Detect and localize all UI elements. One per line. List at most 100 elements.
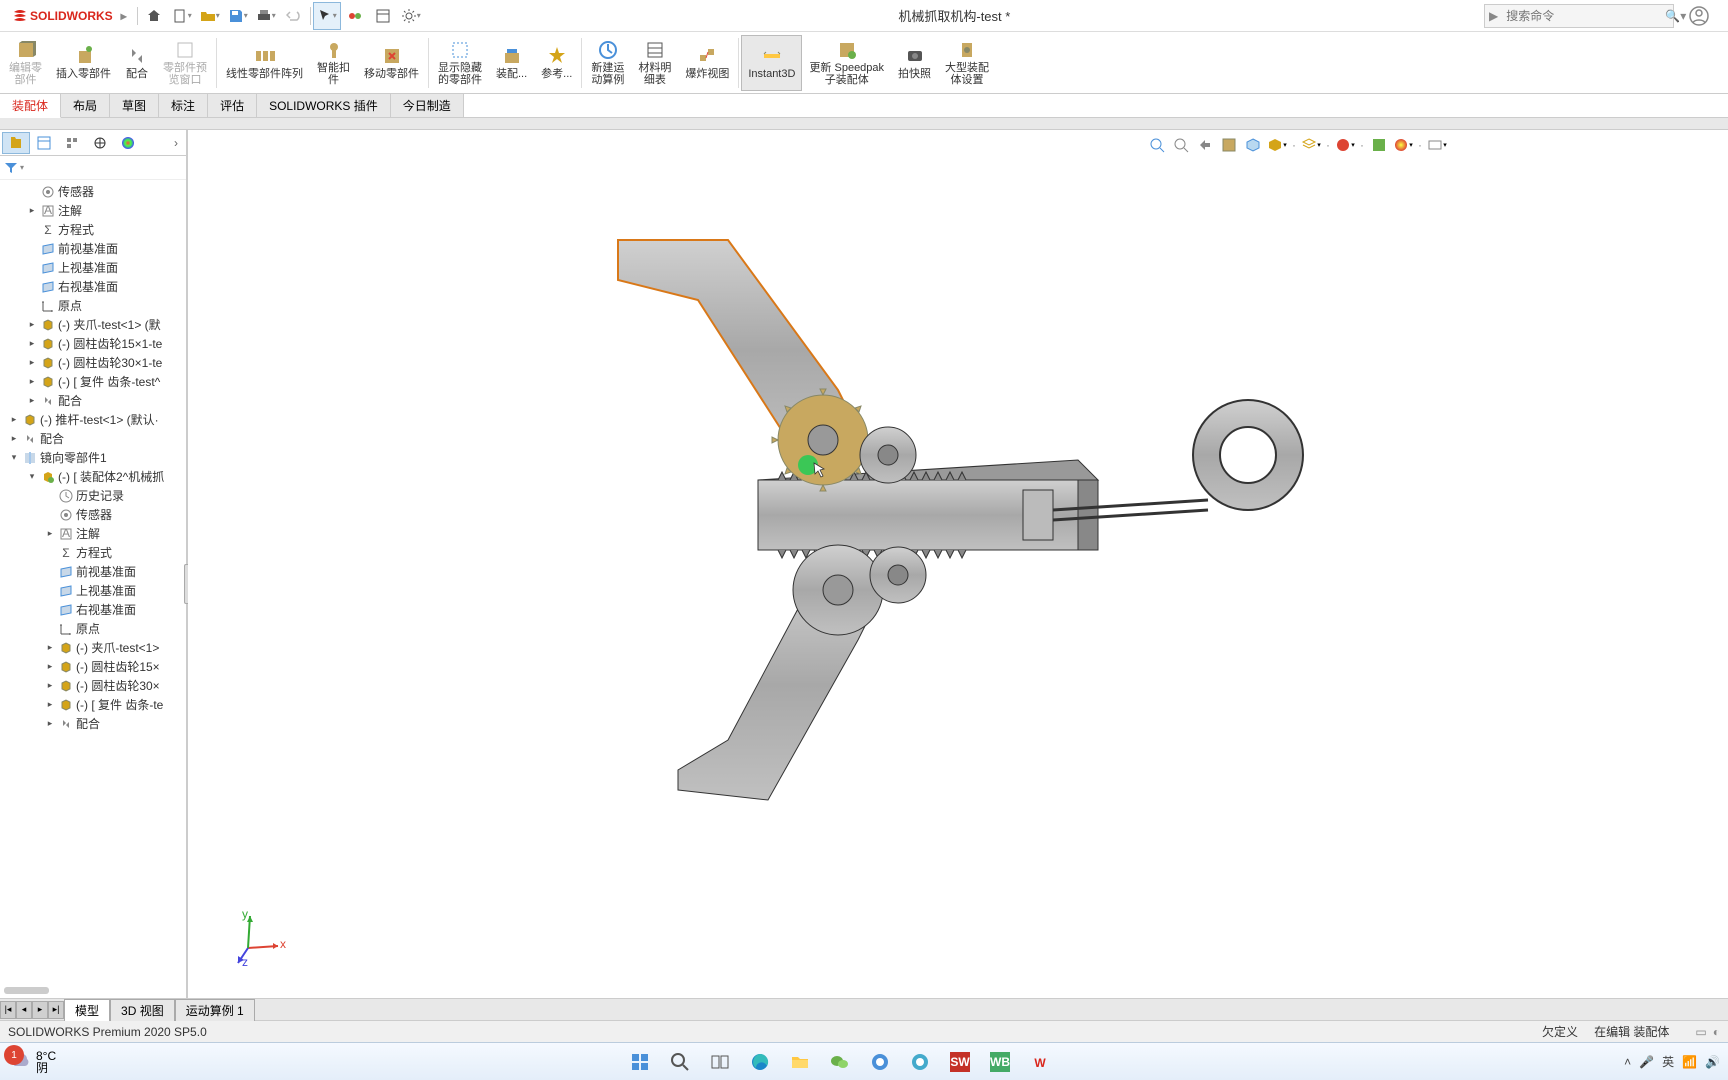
- ribbon-材料明-细表[interactable]: 材料明 细表: [631, 35, 678, 91]
- tree-item[interactable]: ▸A注解: [0, 201, 186, 220]
- ribbon-拍快照[interactable]: 拍快照: [891, 35, 938, 91]
- section-view-icon[interactable]: [1218, 134, 1240, 156]
- tree-item[interactable]: ▸上视基准面: [0, 258, 186, 277]
- ribbon-智能扣-件[interactable]: 智能扣 件: [310, 35, 357, 91]
- home-icon[interactable]: [140, 2, 168, 30]
- cmdtab-SOLIDWORKS 插件[interactable]: SOLIDWORKS 插件: [257, 94, 391, 117]
- viewport[interactable]: ▾ · ▾ · ▾ · ▾ · ▾: [188, 130, 1728, 998]
- tree-item[interactable]: ▸右视基准面: [0, 600, 186, 619]
- cmdtab-装配体[interactable]: 装配体: [0, 94, 61, 118]
- tree-item[interactable]: ▸(-) 夹爪-test<1>: [0, 638, 186, 657]
- open-icon[interactable]: ▾: [196, 2, 224, 30]
- ribbon-爆炸视图[interactable]: 爆炸视图: [678, 35, 736, 91]
- edit-appearance-icon[interactable]: ▾: [1334, 134, 1356, 156]
- print-icon[interactable]: ▾: [252, 2, 280, 30]
- view-tab-last-icon[interactable]: ▸|: [48, 1001, 64, 1019]
- zoom-area-icon[interactable]: [1170, 134, 1192, 156]
- tree-item[interactable]: ▾镜向零部件1: [0, 448, 186, 467]
- hide-show-icon[interactable]: ▾: [1300, 134, 1322, 156]
- tree-item[interactable]: ▸(-) [ 复件 齿条-test^: [0, 372, 186, 391]
- display-style-icon[interactable]: ▾: [1266, 134, 1288, 156]
- view-tab-模型[interactable]: 模型: [64, 999, 110, 1021]
- tree-item[interactable]: ▸前视基准面: [0, 562, 186, 581]
- tree-item[interactable]: ▸传感器: [0, 505, 186, 524]
- select-icon[interactable]: ▾: [313, 2, 341, 30]
- undo-icon[interactable]: [280, 2, 308, 30]
- tree-item[interactable]: ▸传感器: [0, 182, 186, 201]
- view-tab-prev-icon[interactable]: ◂: [16, 1001, 32, 1019]
- tree-item[interactable]: ▸历史记录: [0, 486, 186, 505]
- tree-item[interactable]: ▸(-) 夹爪-test<1> (默: [0, 315, 186, 334]
- tray-volume-icon[interactable]: 🔊: [1705, 1055, 1720, 1069]
- wps-app-icon[interactable]: W: [1022, 1047, 1058, 1077]
- system-tray[interactable]: ˄ 🎤 英 📶 🔊: [1624, 1053, 1720, 1070]
- tree-item[interactable]: ▸前视基准面: [0, 239, 186, 258]
- tree-item[interactable]: ▸配合: [0, 429, 186, 448]
- tray-mic-icon[interactable]: 🎤: [1639, 1055, 1654, 1069]
- tree-item[interactable]: ▸上视基准面: [0, 581, 186, 600]
- ribbon-参考...[interactable]: 参考...: [534, 35, 579, 91]
- search-input[interactable]: [1502, 9, 1665, 23]
- property-tab-icon[interactable]: [30, 132, 58, 154]
- cmdtab-标注[interactable]: 标注: [159, 94, 208, 117]
- zoom-fit-icon[interactable]: [1146, 134, 1168, 156]
- tray-chevron-icon[interactable]: ˄: [1624, 1055, 1631, 1069]
- status-custom-icon[interactable]: ◐: [1713, 1025, 1720, 1039]
- tree-item[interactable]: ▸(-) 圆柱齿轮15×1-te: [0, 334, 186, 353]
- view-tab-3D 视图[interactable]: 3D 视图: [110, 999, 175, 1021]
- app-logo[interactable]: SOLIDWORKS ▸: [4, 8, 135, 24]
- view-orientation-icon[interactable]: [1242, 134, 1264, 156]
- ribbon-Instant3D[interactable]: Instant3D: [741, 35, 802, 91]
- view-settings-icon[interactable]: ▾: [1426, 134, 1448, 156]
- start-icon[interactable]: [622, 1047, 658, 1077]
- task-view-icon[interactable]: [702, 1047, 738, 1077]
- tree-item[interactable]: ▸(-) [ 复件 齿条-te: [0, 695, 186, 714]
- render-tools-icon[interactable]: ▾: [1392, 134, 1414, 156]
- ribbon-线性零部件阵列[interactable]: 线性零部件阵列: [219, 35, 310, 91]
- ribbon-配合[interactable]: 配合: [118, 35, 156, 91]
- rebuild-icon[interactable]: [341, 2, 369, 30]
- explorer-icon[interactable]: [782, 1047, 818, 1077]
- tree-item[interactable]: ▾(-) [ 装配体2^机械抓: [0, 467, 186, 486]
- wechat-icon[interactable]: [822, 1047, 858, 1077]
- ribbon-插入零部件[interactable]: 插入零部件: [49, 35, 118, 91]
- cmdtab-评估[interactable]: 评估: [208, 94, 257, 117]
- ribbon-显示隐藏-的零部件[interactable]: 显示隐藏 的零部件: [431, 35, 489, 91]
- view-tab-next-icon[interactable]: ▸: [32, 1001, 48, 1019]
- ribbon-大型装配-体设置[interactable]: 大型装配 体设置: [938, 35, 996, 91]
- tree-item[interactable]: ▸配合: [0, 714, 186, 733]
- tencent-icon[interactable]: [862, 1047, 898, 1077]
- view-tab-first-icon[interactable]: |◂: [0, 1001, 16, 1019]
- tray-network-icon[interactable]: 📶: [1682, 1055, 1697, 1069]
- user-icon[interactable]: [1682, 0, 1716, 33]
- settings-icon[interactable]: ▾: [397, 2, 425, 30]
- cmdtab-布局[interactable]: 布局: [61, 94, 110, 117]
- sw-app-icon[interactable]: SW: [942, 1047, 978, 1077]
- view-triad[interactable]: x y z: [228, 908, 288, 968]
- tree-item[interactable]: ▸(-) 圆柱齿轮30×1-te: [0, 353, 186, 372]
- tree-filter[interactable]: ▾: [0, 156, 186, 180]
- edge-icon[interactable]: [742, 1047, 778, 1077]
- tree-item[interactable]: ▸原点: [0, 296, 186, 315]
- cmdtab-今日制造[interactable]: 今日制造: [391, 94, 464, 117]
- tree-item[interactable]: ▸Σ方程式: [0, 220, 186, 239]
- feature-tree-tab-icon[interactable]: [2, 132, 30, 154]
- weather-widget[interactable]: 1 8°C 阴: [8, 1049, 56, 1074]
- status-units-icon[interactable]: ▭: [1695, 1025, 1706, 1039]
- tree-item[interactable]: ▸配合: [0, 391, 186, 410]
- save-icon[interactable]: ▾: [224, 2, 252, 30]
- tree-item[interactable]: ▸原点: [0, 619, 186, 638]
- search-box[interactable]: ▶ 🔍 ▾: [1484, 4, 1674, 28]
- tree-item[interactable]: ▸Σ方程式: [0, 543, 186, 562]
- ribbon-装配...[interactable]: 装配...: [489, 35, 534, 91]
- apply-scene-icon[interactable]: [1368, 134, 1390, 156]
- tree-horizontal-scrollbar[interactable]: [4, 987, 49, 994]
- tree-item[interactable]: ▸右视基准面: [0, 277, 186, 296]
- wb-app-icon[interactable]: WB: [982, 1047, 1018, 1077]
- ribbon-移动零部件[interactable]: 移动零部件: [357, 35, 426, 91]
- new-icon[interactable]: ▾: [168, 2, 196, 30]
- tree-item[interactable]: ▸(-) 推杆-test<1> (默认·: [0, 410, 186, 429]
- ribbon-更新-Speedpak-子装配体[interactable]: 更新 Speedpak 子装配体: [802, 35, 891, 91]
- appearance-tab-icon[interactable]: [114, 132, 142, 154]
- search-icon[interactable]: 🔍: [1665, 9, 1680, 23]
